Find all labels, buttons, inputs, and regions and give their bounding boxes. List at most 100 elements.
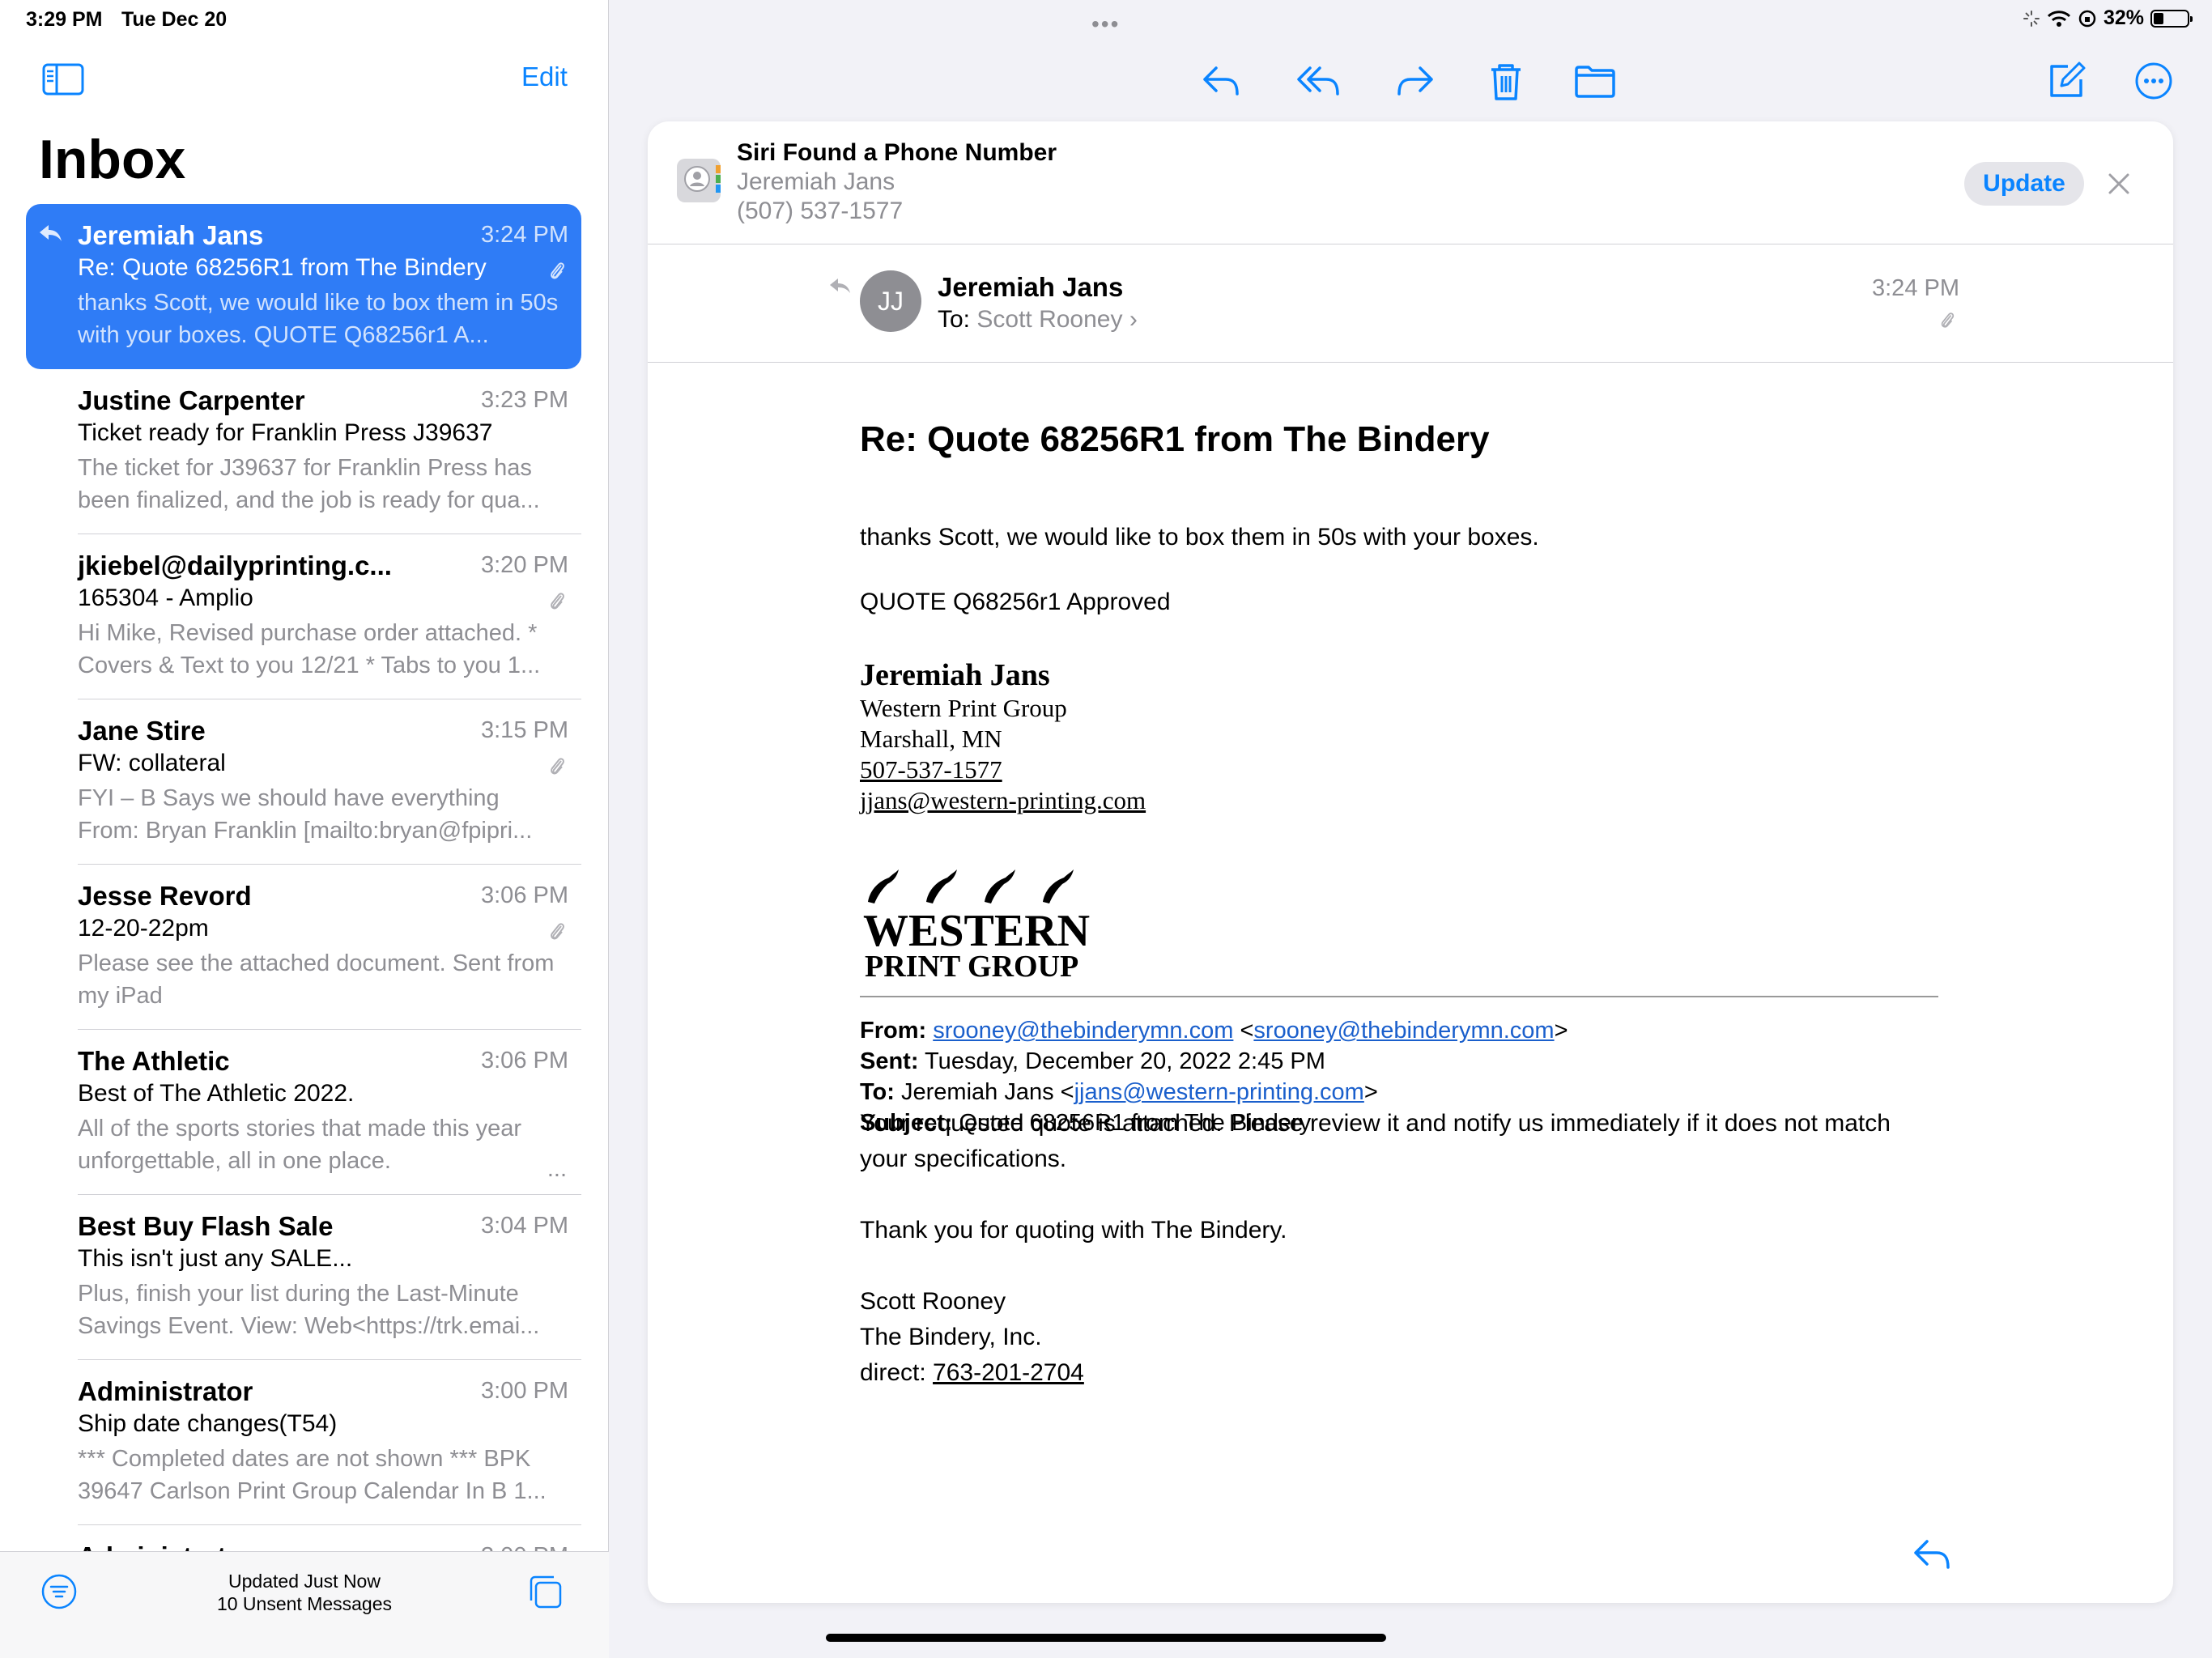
message-subject: Re: Quote 68256R1 from The Bindery <box>860 419 1490 459</box>
suggested-phone-number: (507) 537-1577 <box>737 198 904 224</box>
quoted-paragraph-line: your specifications. <box>860 1146 1067 1172</box>
quoted-from-email-link-2[interactable]: srooney@thebinderymn.com <box>1253 1018 1554 1044</box>
message-row[interactable]: The Athletic 3:06 PM Best of The Athleti… <box>26 1030 581 1195</box>
status-right: 32% <box>2023 6 2193 30</box>
signature-company: Western Print Group <box>860 694 1067 722</box>
message-preview: *** Completed dates are not shown *** BP… <box>78 1446 547 1504</box>
direct-phone-link[interactable]: 763-201-2704 <box>933 1359 1084 1386</box>
recipient-line[interactable]: To: Scott Rooney › <box>938 306 1138 334</box>
quoted-sent-label: Sent: <box>860 1048 919 1074</box>
replied-indicator-icon <box>830 278 850 293</box>
quoted-to-email-link[interactable]: jjans@western-printing.com <box>1074 1079 1364 1105</box>
inbox-title: Inbox <box>39 129 186 190</box>
attachment-icon <box>551 262 564 279</box>
sender-name[interactable]: Jeremiah Jans <box>938 272 1123 303</box>
message-row[interactable]: Best Buy Flash Sale 3:04 PM This isn't j… <box>26 1195 581 1360</box>
quoted-signature-name: Scott Rooney <box>860 1288 1006 1315</box>
message-preview: The ticket for J39637 for Franklin Press… <box>78 455 540 513</box>
battery-icon <box>2150 9 2193 28</box>
message-row-selected[interactable]: Jeremiah Jans 3:24 PM Re: Quote 68256R1 … <box>26 204 581 369</box>
recipient-name: Scott Rooney <box>976 306 1123 333</box>
siri-suggestion-title: Siri Found a Phone Number <box>737 139 1057 166</box>
signature-name: Jeremiah Jans <box>860 658 1050 692</box>
quoted-to-label: To: <box>860 1079 895 1105</box>
message-row[interactable]: Justine Carpenter 3:23 PM Ticket ready f… <box>26 369 581 534</box>
quoted-signature-direct: direct: 763-201-2704 <box>860 1355 1084 1391</box>
quoted-from-email-link[interactable]: srooney@thebinderymn.com <box>933 1018 1233 1044</box>
attachment-icon <box>551 758 564 775</box>
siri-suggestion-banner: Siri Found a Phone Number Jeremiah Jans … <box>648 121 2173 244</box>
compose-icon[interactable] <box>2044 58 2089 104</box>
sender-name: Jesse Revord <box>78 881 252 911</box>
quoted-sent-value: Tuesday, December 20, 2022 2:45 PM <box>925 1048 1325 1074</box>
unsent-count: 10 Unsent Messages <box>216 1593 393 1614</box>
message-preview: thanks Scott, we would like to box them … <box>78 290 559 348</box>
suggested-contact-name: Jeremiah Jans <box>737 168 895 195</box>
forward-icon[interactable] <box>1393 58 1438 104</box>
western-print-group-logo: WESTERN PRINT GROUP <box>863 869 1090 984</box>
outbox-icon[interactable] <box>526 1573 565 1612</box>
mailbox-sidebar: Edit Inbox Jeremiah Jans 3:24 PM Re: Quo… <box>0 0 609 1658</box>
sender-name: Jane Stire <box>78 716 206 746</box>
message-row[interactable]: jkiebel@dailyprinting.c... 3:20 PM 16530… <box>26 534 581 699</box>
message-row[interactable]: Administrator 3:00 PM Ship date changes(… <box>26 1360 581 1525</box>
trash-icon[interactable] <box>1483 58 1529 104</box>
sender-name: jkiebel@dailyprinting.c... <box>78 551 392 580</box>
sender-name: Administrator <box>78 1376 253 1406</box>
message-preview: Hi Mike, Revised purchase order attached… <box>78 620 541 678</box>
message-row[interactable]: Jane Stire 3:15 PM FW: collateral FYI – … <box>26 699 581 865</box>
attachment-icon <box>1941 312 1955 328</box>
close-icon[interactable] <box>2105 170 2133 198</box>
sender-signature: Jeremiah Jans Western Print Group Marsha… <box>860 657 1146 816</box>
update-contact-button[interactable]: Update <box>1964 162 2084 206</box>
message-time: 3:23 PM <box>481 387 568 413</box>
message-time: 3:06 PM <box>481 882 568 908</box>
quoted-paragraph-line: Your requested quote is attached. Please… <box>860 1110 1891 1137</box>
avatar[interactable]: JJ <box>860 270 921 332</box>
orientation-lock-icon <box>2078 10 2096 27</box>
edit-button[interactable]: Edit <box>521 62 568 92</box>
signature-email[interactable]: jjans@western-printing.com <box>860 785 1146 816</box>
message-subject: Re: Quote 68256R1 from The Bindery <box>78 254 487 281</box>
signature-phone[interactable]: 507-537-1577 <box>860 755 1146 785</box>
quoted-to-line: To: Jeremiah Jans <jjans@western-printin… <box>860 1079 1378 1105</box>
reply-icon[interactable] <box>1911 1535 1955 1574</box>
more-options-icon[interactable] <box>2131 58 2176 104</box>
quoted-from-line: From: srooney@thebinderymn.com <srooney@… <box>860 1018 1568 1044</box>
message-preview: FYI – B Says we should have everything F… <box>78 785 533 844</box>
quoted-signature: Scott Rooney The Bindery, Inc. direct: 7… <box>860 1284 1084 1391</box>
to-label: To: <box>938 306 971 333</box>
chevron-right-icon: › <box>1129 306 1138 333</box>
logo-text-western: WESTERN <box>863 906 1090 956</box>
multitasking-dots-icon[interactable]: ••• <box>1091 11 1120 37</box>
message-preview: Please see the attached document. Sent f… <box>78 950 555 1009</box>
attachment-icon <box>551 923 564 940</box>
body-line: thanks Scott, we would like to box them … <box>860 524 1539 551</box>
status-date: Tue Dec 20 <box>121 8 228 31</box>
sender-name: The Athletic <box>78 1046 230 1076</box>
sender-name: Jeremiah Jans <box>78 220 264 250</box>
sidebar-toggle-icon[interactable] <box>42 63 84 96</box>
quoted-paragraph: Thank you for quoting with The Bindery. <box>860 1217 1287 1244</box>
updated-status: Updated Just Now <box>228 1571 381 1592</box>
replied-indicator-icon <box>40 225 62 241</box>
message-time: 3:06 PM <box>481 1048 568 1073</box>
message-row[interactable]: Jesse Revord 3:06 PM 12-20-22pm Please s… <box>26 865 581 1030</box>
message-time: 3:20 PM <box>481 552 568 578</box>
message-subject: 165304 - Amplio <box>78 585 253 611</box>
message-list: Jeremiah Jans 3:24 PM Re: Quote 68256R1 … <box>26 204 581 1561</box>
folder-icon[interactable] <box>1572 58 1618 104</box>
message-preview: Plus, finish your list during the Last-M… <box>78 1281 540 1339</box>
home-indicator[interactable] <box>826 1634 1386 1642</box>
message-subject: 12-20-22pm <box>78 915 209 942</box>
message-time: 3:15 PM <box>481 717 568 743</box>
reply-all-icon[interactable] <box>1295 58 1341 104</box>
reply-icon[interactable] <box>1198 58 1244 104</box>
logo-text-print-group: PRINT GROUP <box>865 950 1078 984</box>
mail-app: Edit Inbox Jeremiah Jans 3:24 PM Re: Quo… <box>0 0 2212 1658</box>
activity-spinner-icon <box>2023 10 2040 27</box>
message-subject: Best of The Athletic 2022. <box>78 1080 355 1107</box>
quoted-signature-company: The Bindery, Inc. <box>860 1324 1042 1350</box>
quoted-paragraph: Your requested quote is attached. Please… <box>860 1106 1891 1177</box>
message-time: 3:00 PM <box>481 1378 568 1404</box>
